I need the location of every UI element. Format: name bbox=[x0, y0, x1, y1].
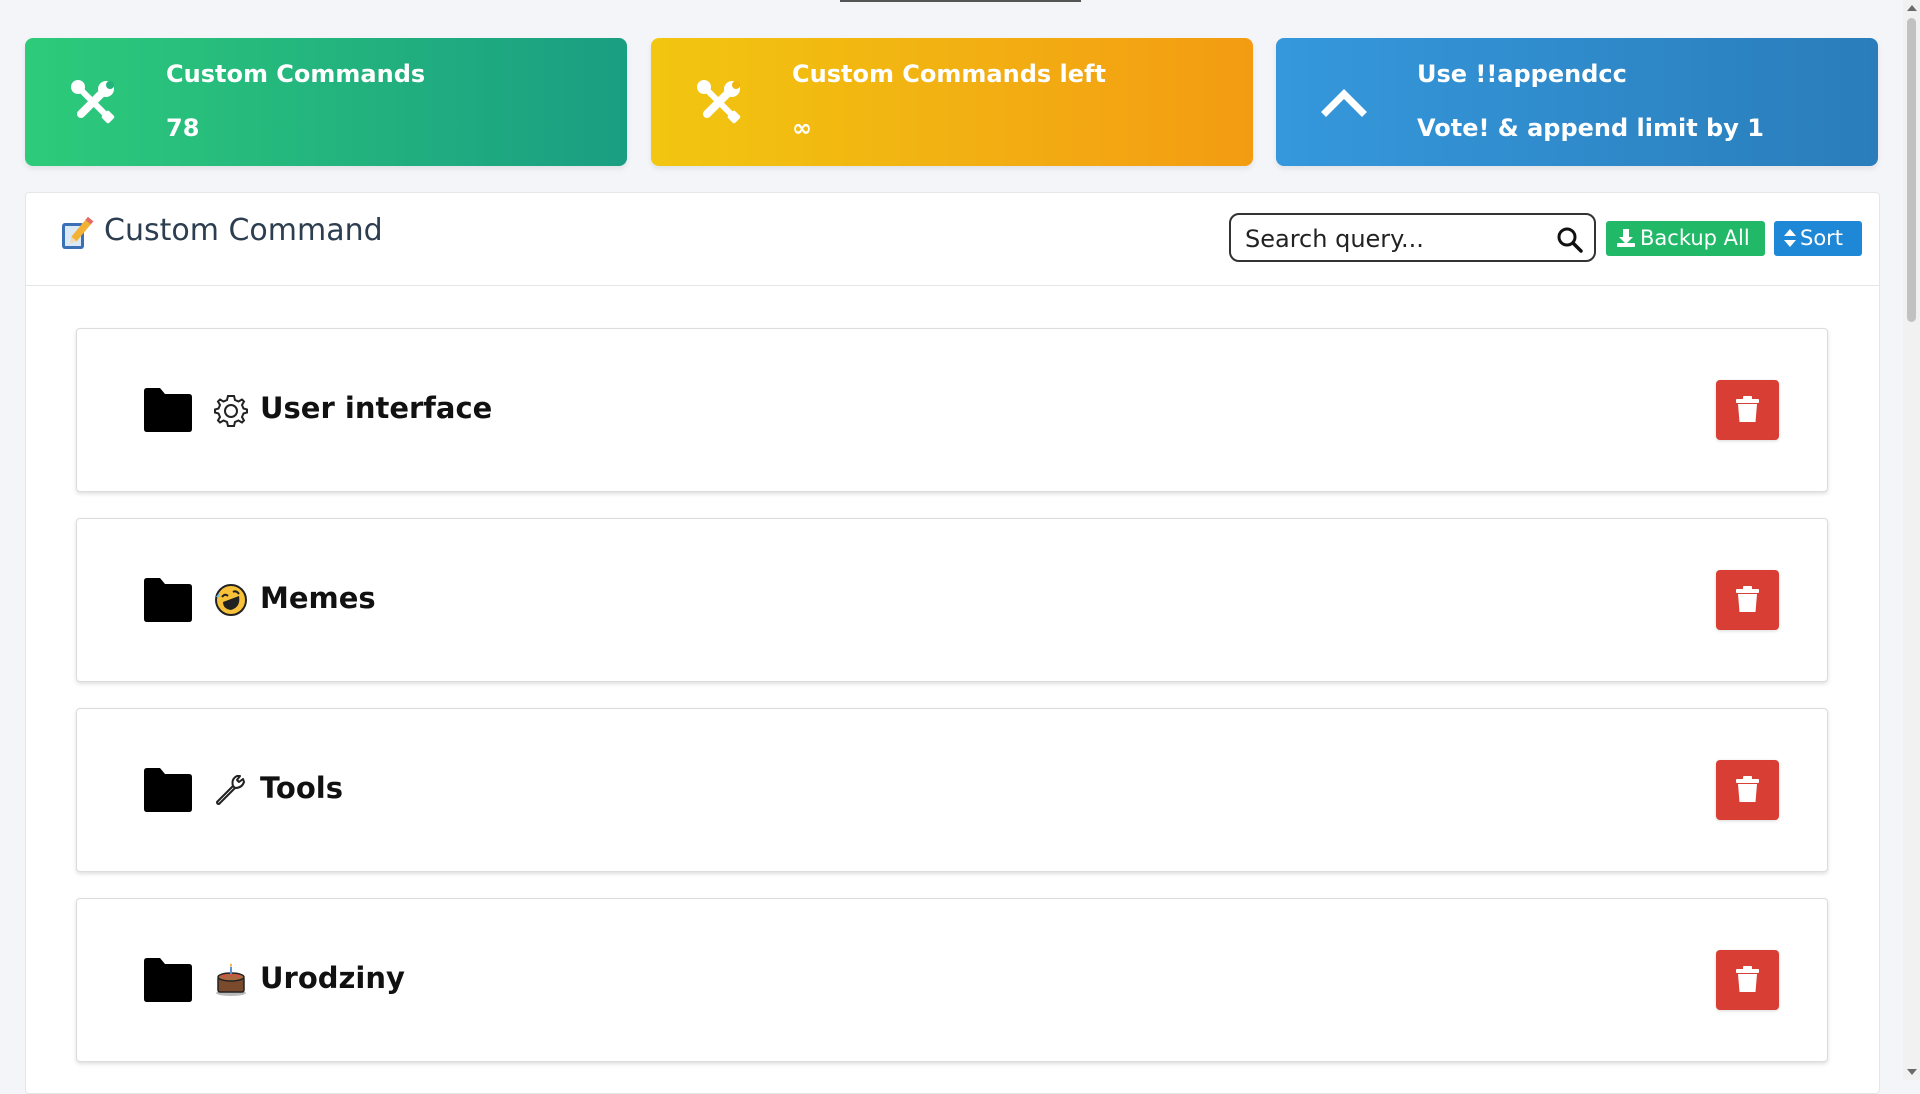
vertical-scrollbar[interactable] bbox=[1903, 0, 1920, 1080]
folder-name: Urodziny bbox=[260, 961, 405, 995]
folder-name: Tools bbox=[260, 771, 343, 805]
trash-icon bbox=[1736, 586, 1759, 612]
folder-icon bbox=[144, 768, 192, 812]
scroll-thumb[interactable] bbox=[1907, 18, 1916, 322]
page-title: Custom Command bbox=[104, 213, 383, 248]
stats-row: Custom Commands 78 Custom Commands left … bbox=[25, 38, 1879, 166]
chevron-up-icon bbox=[1321, 89, 1367, 117]
stat-title: Use !!appendcc bbox=[1417, 60, 1627, 88]
pencil-memo-icon bbox=[62, 216, 94, 249]
download-icon bbox=[1617, 229, 1635, 247]
delete-button[interactable] bbox=[1716, 760, 1779, 820]
folder-icon bbox=[144, 578, 192, 622]
search-box bbox=[1229, 213, 1596, 262]
folder-row[interactable]: Urodziny bbox=[76, 898, 1828, 1062]
folder-row[interactable]: User interface bbox=[76, 328, 1828, 492]
backup-all-button[interactable]: Backup All bbox=[1606, 221, 1765, 256]
folder-name: Memes bbox=[260, 581, 376, 615]
top-divider bbox=[840, 0, 1081, 2]
delete-button[interactable] bbox=[1716, 950, 1779, 1010]
tools-icon bbox=[71, 80, 115, 124]
stat-card-custom-commands: Custom Commands 78 bbox=[25, 38, 627, 166]
laughing-emoji-icon bbox=[215, 584, 247, 616]
trash-icon bbox=[1736, 966, 1759, 992]
trash-icon bbox=[1736, 396, 1759, 422]
stat-title: Custom Commands bbox=[166, 60, 426, 88]
stat-value: ∞ bbox=[792, 114, 812, 142]
delete-button[interactable] bbox=[1716, 380, 1779, 440]
sort-label: Sort bbox=[1800, 226, 1844, 250]
delete-button[interactable] bbox=[1716, 570, 1779, 630]
custom-command-panel: Custom Command Backup All Sort bbox=[25, 192, 1880, 1094]
folder-icon bbox=[144, 388, 192, 432]
search-icon[interactable] bbox=[1556, 226, 1584, 254]
folder-name: User interface bbox=[260, 391, 493, 425]
stat-value: 78 bbox=[166, 114, 200, 142]
gear-icon bbox=[214, 395, 248, 427]
tools-icon bbox=[697, 80, 741, 124]
folder-icon bbox=[144, 958, 192, 1002]
sort-button[interactable]: Sort bbox=[1774, 221, 1862, 256]
trash-icon bbox=[1736, 776, 1759, 802]
stat-value: Vote! & append limit by 1 bbox=[1417, 114, 1764, 142]
backup-all-label: Backup All bbox=[1640, 226, 1750, 250]
stat-card-commands-left: Custom Commands left ∞ bbox=[651, 38, 1253, 166]
cake-icon bbox=[216, 963, 246, 996]
stat-title: Custom Commands left bbox=[792, 60, 1106, 88]
folder-row[interactable]: Memes bbox=[76, 518, 1828, 682]
sort-icon bbox=[1784, 229, 1796, 247]
stat-card-appendcc: Use !!appendcc Vote! & append limit by 1 bbox=[1276, 38, 1878, 166]
folder-row[interactable]: Tools bbox=[76, 708, 1828, 872]
wrench-icon bbox=[216, 775, 245, 805]
panel-header: Custom Command Backup All Sort bbox=[26, 193, 1879, 286]
scroll-up-arrow[interactable] bbox=[1907, 5, 1917, 11]
scroll-down-arrow[interactable] bbox=[1907, 1069, 1917, 1075]
search-input[interactable] bbox=[1243, 222, 1547, 256]
